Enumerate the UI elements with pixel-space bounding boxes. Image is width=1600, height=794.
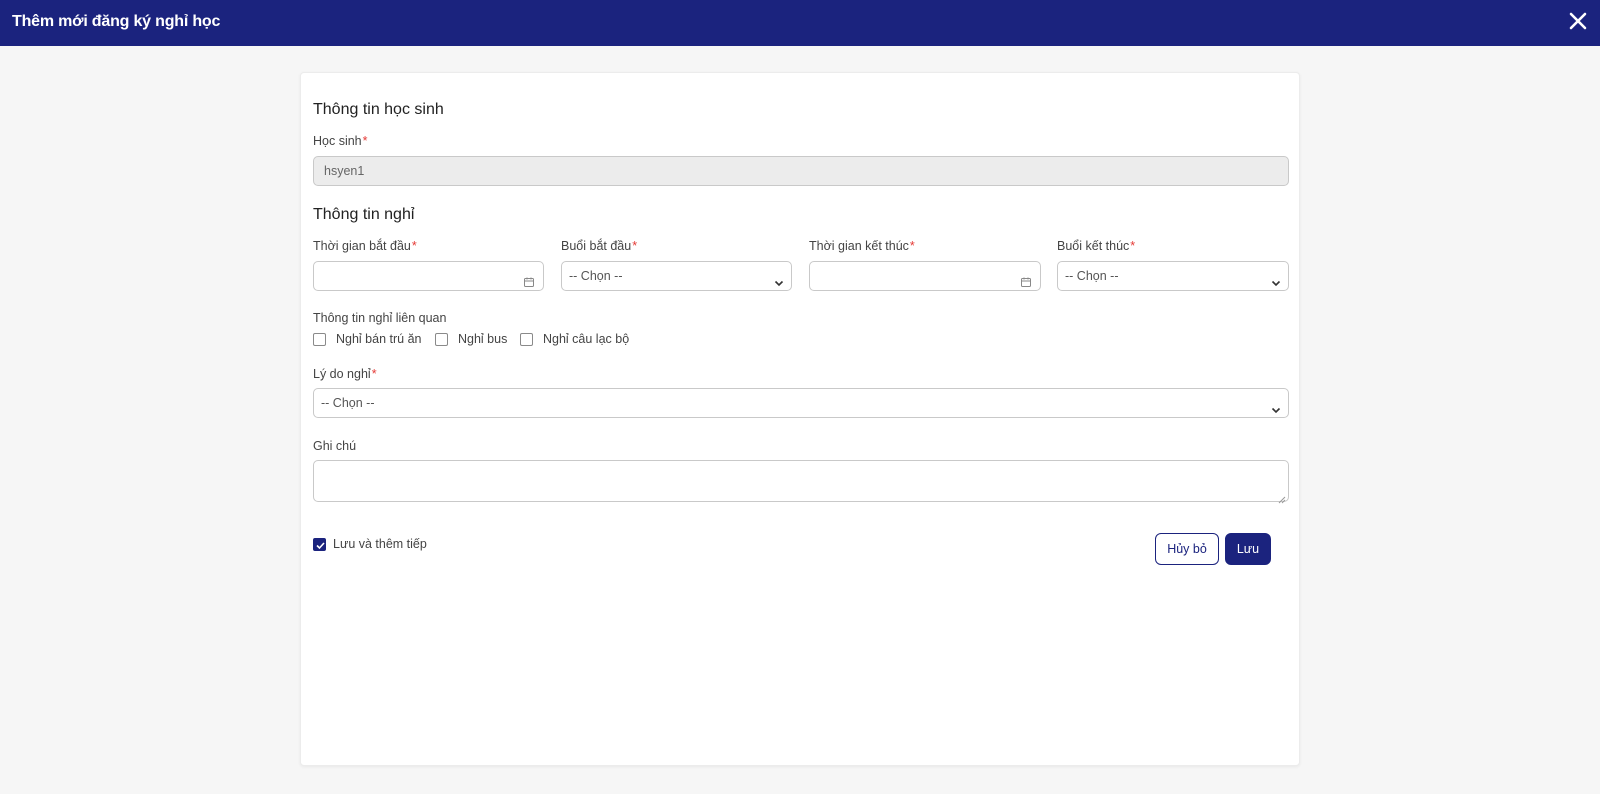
end-time-input[interactable] bbox=[809, 261, 1041, 291]
required-mark: * bbox=[1130, 239, 1136, 253]
checkbox[interactable] bbox=[313, 332, 326, 346]
chevron-down-icon bbox=[1270, 271, 1282, 287]
modal-header: Thêm mới đăng ký nghỉ học bbox=[0, 0, 1600, 46]
reason-select[interactable]: -- Chọn -- bbox=[313, 388, 1289, 418]
reason-value: -- Chọn -- bbox=[321, 396, 375, 410]
start-session-value: -- Chọn -- bbox=[569, 269, 623, 283]
save-button[interactable]: Lưu bbox=[1225, 533, 1271, 565]
required-mark: * bbox=[411, 239, 417, 253]
student-label: Học sinh* bbox=[313, 134, 368, 148]
check-icon bbox=[316, 541, 325, 549]
checkbox-club-label: Nghỉ câu lạc bộ bbox=[543, 332, 630, 346]
required-mark: * bbox=[362, 134, 368, 148]
save-and-continue-checkbox[interactable]: Lưu và thêm tiếp bbox=[313, 537, 427, 551]
start-session-select[interactable]: -- Chọn -- bbox=[561, 261, 792, 291]
calendar-icon bbox=[1020, 270, 1032, 287]
checkbox-bus-label: Nghỉ bus bbox=[458, 332, 508, 346]
checkbox-lunch[interactable]: Nghỉ bán trú ăn bbox=[313, 332, 421, 346]
start-session-label: Buổi bắt đầu* bbox=[561, 239, 638, 253]
related-info-label: Thông tin nghỉ liên quan bbox=[313, 311, 447, 325]
checkbox-lunch-label: Nghỉ bán trú ăn bbox=[336, 332, 422, 346]
checkbox-club[interactable]: Nghỉ câu lạc bộ bbox=[520, 332, 629, 346]
reason-label: Lý do nghỉ* bbox=[313, 367, 377, 381]
leave-section-title: Thông tin nghỉ bbox=[313, 206, 415, 223]
chevron-down-icon bbox=[773, 271, 785, 287]
close-icon[interactable] bbox=[1568, 11, 1588, 31]
checkbox[interactable] bbox=[435, 332, 448, 346]
checkbox-bus[interactable]: Nghỉ bus bbox=[435, 332, 507, 346]
end-session-select[interactable]: -- Chọn -- bbox=[1057, 261, 1289, 291]
modal-title: Thêm mới đăng ký nghỉ học bbox=[12, 13, 221, 30]
checkbox-checked[interactable] bbox=[313, 537, 326, 551]
student-section-title: Thông tin học sinh bbox=[313, 101, 444, 118]
save-and-continue-label: Lưu và thêm tiếp bbox=[333, 537, 427, 551]
required-mark: * bbox=[909, 239, 915, 253]
student-field[interactable]: hsyen1 bbox=[313, 156, 1289, 186]
cancel-button[interactable]: Hủy bỏ bbox=[1155, 533, 1219, 565]
calendar-icon bbox=[523, 270, 535, 287]
end-session-value: -- Chọn -- bbox=[1065, 269, 1119, 283]
start-time-input[interactable] bbox=[313, 261, 544, 291]
chevron-down-icon bbox=[1270, 398, 1282, 414]
note-textarea[interactable] bbox=[313, 460, 1289, 504]
resize-handle-icon[interactable] bbox=[1278, 491, 1286, 504]
required-mark: * bbox=[632, 239, 638, 253]
start-time-label: Thời gian bắt đầu* bbox=[313, 239, 417, 253]
end-session-label: Buổi kết thúc* bbox=[1057, 239, 1136, 253]
required-mark: * bbox=[371, 367, 377, 381]
end-time-label: Thời gian kết thúc* bbox=[809, 239, 915, 253]
checkbox[interactable] bbox=[520, 332, 533, 346]
form-card: Thông tin học sinh Học sinh* hsyen1 Thôn… bbox=[300, 72, 1300, 766]
note-label: Ghi chú bbox=[313, 439, 357, 453]
